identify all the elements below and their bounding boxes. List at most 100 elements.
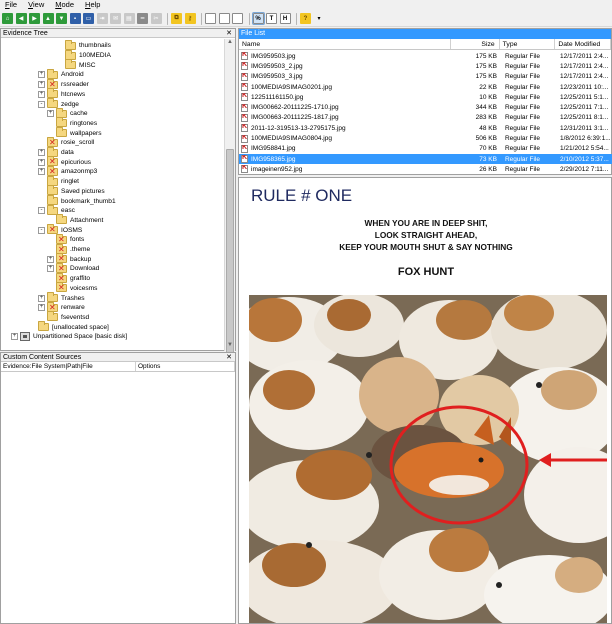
close-icon[interactable]: ✕	[226, 29, 232, 38]
scrollbar-thumb[interactable]	[226, 149, 234, 359]
tree-node[interactable]: + data	[38, 146, 74, 158]
tree-node[interactable]: + renware	[38, 301, 85, 313]
tree-node[interactable]: .theme	[47, 243, 90, 255]
toolbar-separator	[167, 12, 168, 25]
expand-icon[interactable]: +	[38, 149, 45, 157]
file-row[interactable]: imageinen952.jpg 26 KB Regular File 2/29/20…	[239, 164, 612, 174]
expand-icon[interactable]: +	[38, 168, 45, 176]
file-type-cell: Regular File	[504, 155, 540, 163]
expand-icon[interactable]: +	[47, 255, 54, 263]
expand-icon[interactable]: +	[38, 294, 45, 302]
dropdown-arrow-icon[interactable]: ▾	[314, 13, 325, 24]
text-view-icon[interactable]: T	[266, 13, 277, 24]
file-row[interactable]: 100MEDIA9SIMAG0201.jpg 22 KB Regular File 1…	[239, 82, 612, 92]
column-header-type[interactable]: Type	[500, 39, 556, 49]
tree-node[interactable]: [unallocated space]	[29, 321, 109, 332]
menu-view[interactable]: View	[23, 0, 50, 10]
collapse-icon[interactable]: -	[38, 100, 45, 108]
expand-icon[interactable]: +	[38, 81, 45, 89]
doc2-icon[interactable]	[218, 13, 230, 24]
scroll-up-icon[interactable]: ▲	[225, 39, 235, 48]
expand-icon[interactable]: +	[11, 333, 18, 341]
expand-icon[interactable]: +	[38, 304, 45, 312]
tree-node[interactable]: + epicurious	[38, 156, 91, 167]
file-row[interactable]: IMG00663-20111225-1817.jpg 283 KB Regular …	[239, 113, 612, 123]
file-size-cell: 175 KB	[475, 73, 497, 81]
bookmark-icon[interactable]: ✂	[150, 13, 162, 24]
tree-node[interactable]: fseventsd	[38, 311, 89, 323]
file-row[interactable]: IMG959503_3.jpg 175 KB Regular File 12/17/2…	[239, 72, 612, 82]
tree-node[interactable]: + rssreader	[38, 78, 89, 90]
expand-icon[interactable]: +	[47, 110, 54, 118]
tree-node-label: Android	[61, 71, 84, 79]
file-date-cell: 12/25/2011 7:1...	[560, 104, 609, 112]
column-header-path[interactable]: Evidence:File System|Path|File	[1, 362, 136, 371]
file-row[interactable]: 122511161150.jpg 10 KB Regular File 12/25/2…	[239, 92, 612, 102]
key-icon[interactable]: ⚷	[184, 13, 196, 24]
report-icon[interactable]: ▤	[123, 13, 135, 24]
menu-help[interactable]: Help	[80, 0, 106, 10]
doc-icon[interactable]	[205, 13, 216, 24]
file-name: 122511161150.jpg	[251, 93, 304, 101]
collapse-icon[interactable]: -	[38, 226, 45, 234]
email-icon[interactable]: ✉	[110, 13, 121, 24]
pipe-icon[interactable]: ━	[137, 13, 148, 24]
tree-node[interactable]: ringtones	[47, 117, 97, 129]
scroll-down-icon[interactable]: ▼	[225, 342, 235, 351]
tree-scrollbar[interactable]: ▲ ▼	[224, 39, 235, 359]
column-header-options[interactable]: Options	[136, 362, 235, 371]
column-header-size[interactable]: Size	[451, 39, 500, 49]
tree-node[interactable]: + Download	[47, 262, 99, 274]
collapse-icon[interactable]: -	[38, 207, 45, 215]
hex-text-icon[interactable]: H	[279, 13, 291, 24]
tree-node[interactable]: MISC	[56, 59, 95, 70]
column-header-name[interactable]: Name	[239, 39, 451, 49]
tree-node[interactable]: fonts	[47, 233, 84, 245]
search-icon[interactable]: ⧉	[171, 13, 182, 24]
tree-node[interactable]: + backup	[47, 253, 91, 264]
tree-node-label: easc	[61, 207, 75, 215]
filter-icon[interactable]: ▼	[56, 13, 67, 24]
tree-node[interactable]: + Unpartitioned Space [basic disk]	[11, 332, 127, 342]
hex-view-icon[interactable]: %	[251, 12, 265, 25]
print-icon[interactable]: ▭	[83, 13, 94, 24]
tree-node[interactable]: + Android	[38, 68, 84, 80]
tree-node[interactable]: graffito	[47, 272, 91, 284]
file-row[interactable]: IMG00662-20111225-1710.jpg 344 KB Regular …	[239, 102, 612, 112]
doc3-icon[interactable]	[232, 13, 243, 24]
close-icon[interactable]: ✕	[226, 353, 232, 362]
file-list-title: File List	[241, 30, 266, 37]
file-row[interactable]: IMG958365.jpg 73 KB Regular File 2/10/2012 …	[239, 153, 612, 165]
expand-icon[interactable]: +	[38, 90, 45, 98]
tree-node-label: graffito	[70, 275, 91, 283]
save-icon[interactable]: ▪	[69, 13, 81, 24]
file-type-cell: Regular File	[504, 104, 540, 112]
home-icon[interactable]: ⌂	[2, 13, 13, 24]
file-row[interactable]: IMG958841.jpg 70 KB Regular File 1/21/2012 …	[239, 144, 612, 154]
expand-icon[interactable]: +	[38, 158, 45, 166]
expand-icon[interactable]: +	[47, 265, 54, 273]
tree-node[interactable]: wallpapers	[47, 127, 102, 138]
menu-mode[interactable]: Mode	[50, 0, 80, 10]
tree-node[interactable]: Attachment	[47, 214, 103, 226]
tree-node[interactable]: + Trashes	[38, 292, 85, 303]
file-row[interactable]: 2011-12-319513-13-2795175.jpg 48 KB Regula…	[239, 123, 612, 133]
tree-node[interactable]: + cache	[47, 107, 88, 119]
tree-node[interactable]: ringlet	[38, 175, 79, 187]
image-file-icon	[241, 134, 248, 143]
tree-node[interactable]: voicesms	[47, 282, 97, 294]
up-icon[interactable]: ▲	[42, 13, 54, 24]
tree-node[interactable]: + htcnews	[38, 88, 85, 100]
column-header-date[interactable]: Date Modified	[555, 39, 612, 49]
expand-icon[interactable]: +	[38, 71, 45, 79]
tree-node[interactable]: thumbnails	[56, 39, 111, 51]
export-icon[interactable]: ⇥	[96, 13, 108, 24]
image-file-icon	[241, 72, 248, 81]
file-row[interactable]: 100MEDIA9SIMAG0804.jpg 506 KB Regular File…	[239, 133, 612, 143]
file-row[interactable]: IMG959503.jpg 175 KB Regular File 12/17/201…	[239, 51, 612, 61]
file-row[interactable]: IMG959503_2.jpg 175 KB Regular File 12/17/2…	[239, 61, 612, 71]
menu-file[interactable]: File	[0, 0, 23, 10]
help-icon[interactable]: ?	[300, 13, 311, 24]
back-icon[interactable]: ◀	[15, 13, 27, 24]
forward-icon[interactable]: ▶	[29, 13, 40, 24]
